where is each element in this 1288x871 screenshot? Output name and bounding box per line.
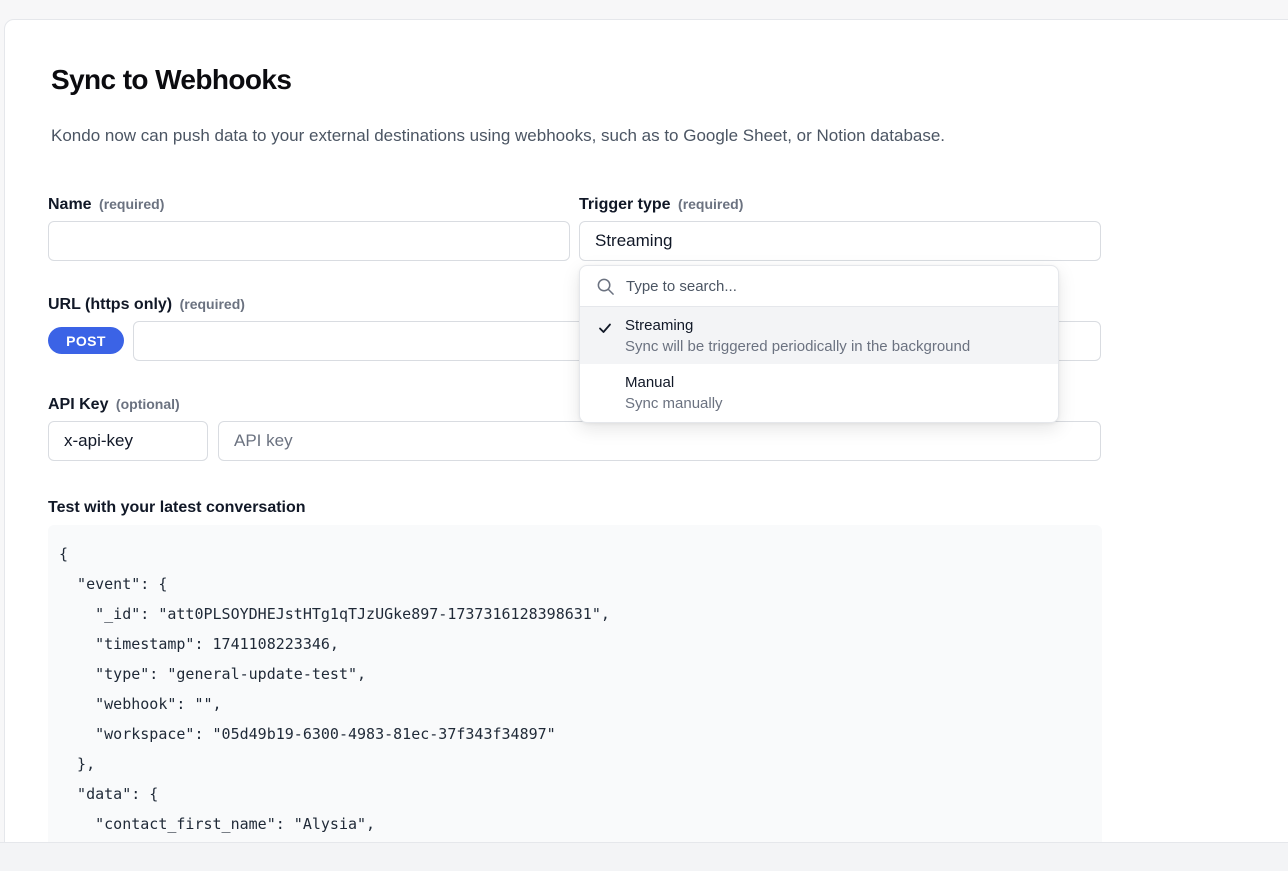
api-key-optional-hint: (optional) (115, 396, 180, 412)
trigger-type-label: Trigger type (required) (579, 196, 743, 214)
code-line: "data": { (59, 785, 159, 803)
name-required-hint: (required) (99, 196, 165, 212)
code-line: "type": "general-update-test", (59, 665, 367, 683)
page-description: Kondo now can push data to your external… (51, 126, 946, 145)
search-icon (597, 278, 614, 295)
code-line: "contact_first_name": "Alysia", (59, 815, 376, 833)
url-label: URL (https only) (required) (48, 296, 245, 314)
option-description: Sync will be triggered periodically in t… (625, 337, 971, 355)
url-label-text: URL (https only) (48, 296, 173, 313)
code-line: "workspace": "05d49b19-6300-4983-81ec-37… (59, 725, 556, 743)
option-title: Streaming (625, 316, 694, 334)
trigger-option-manual[interactable]: Manual Sync manually (580, 364, 1058, 421)
api-key-input[interactable] (218, 421, 1101, 461)
webhook-settings-card: Sync to Webhooks Kondo now can push data… (4, 19, 1288, 859)
trigger-option-streaming[interactable]: Streaming Sync will be triggered periodi… (580, 307, 1058, 364)
api-key-label-text: API Key (48, 396, 109, 413)
payload-code-block: { "event": { "_id": "att0PLSOYDHEJstHTg1… (48, 525, 1102, 858)
trigger-type-dropdown: Streaming Sync will be triggered periodi… (579, 265, 1059, 423)
api-key-header-input[interactable] (48, 421, 208, 461)
code-line: { (59, 545, 69, 563)
code-line: "timestamp": 1741108223346, (59, 635, 339, 653)
code-line: "event": { (59, 575, 168, 593)
http-method-badge: POST (48, 327, 124, 354)
test-section-label: Test with your latest conversation (48, 499, 306, 516)
page-title: Sync to Webhooks (51, 64, 292, 95)
code-line: "webhook": "", (59, 695, 222, 713)
api-key-label: API Key (optional) (48, 396, 180, 414)
code-line: }, (59, 755, 96, 773)
trigger-type-required-hint: (required) (678, 196, 744, 212)
trigger-type-value: Streaming (595, 231, 673, 250)
option-title: Manual (625, 373, 675, 391)
name-label: Name (required) (48, 196, 164, 214)
trigger-type-select[interactable]: Streaming (579, 221, 1101, 261)
bottom-bar (0, 842, 1288, 871)
check-icon (599, 323, 611, 333)
url-required-hint: (required) (179, 296, 245, 312)
option-description: Sync manually (625, 394, 723, 412)
name-input[interactable] (48, 221, 570, 261)
trigger-type-label-text: Trigger type (579, 196, 671, 213)
dropdown-search-input[interactable] (626, 277, 1026, 295)
name-label-text: Name (48, 196, 92, 213)
dropdown-search (580, 266, 1058, 307)
code-line: "_id": "att0PLSOYDHEJstHTg1qTJzUGke897-1… (59, 605, 610, 623)
